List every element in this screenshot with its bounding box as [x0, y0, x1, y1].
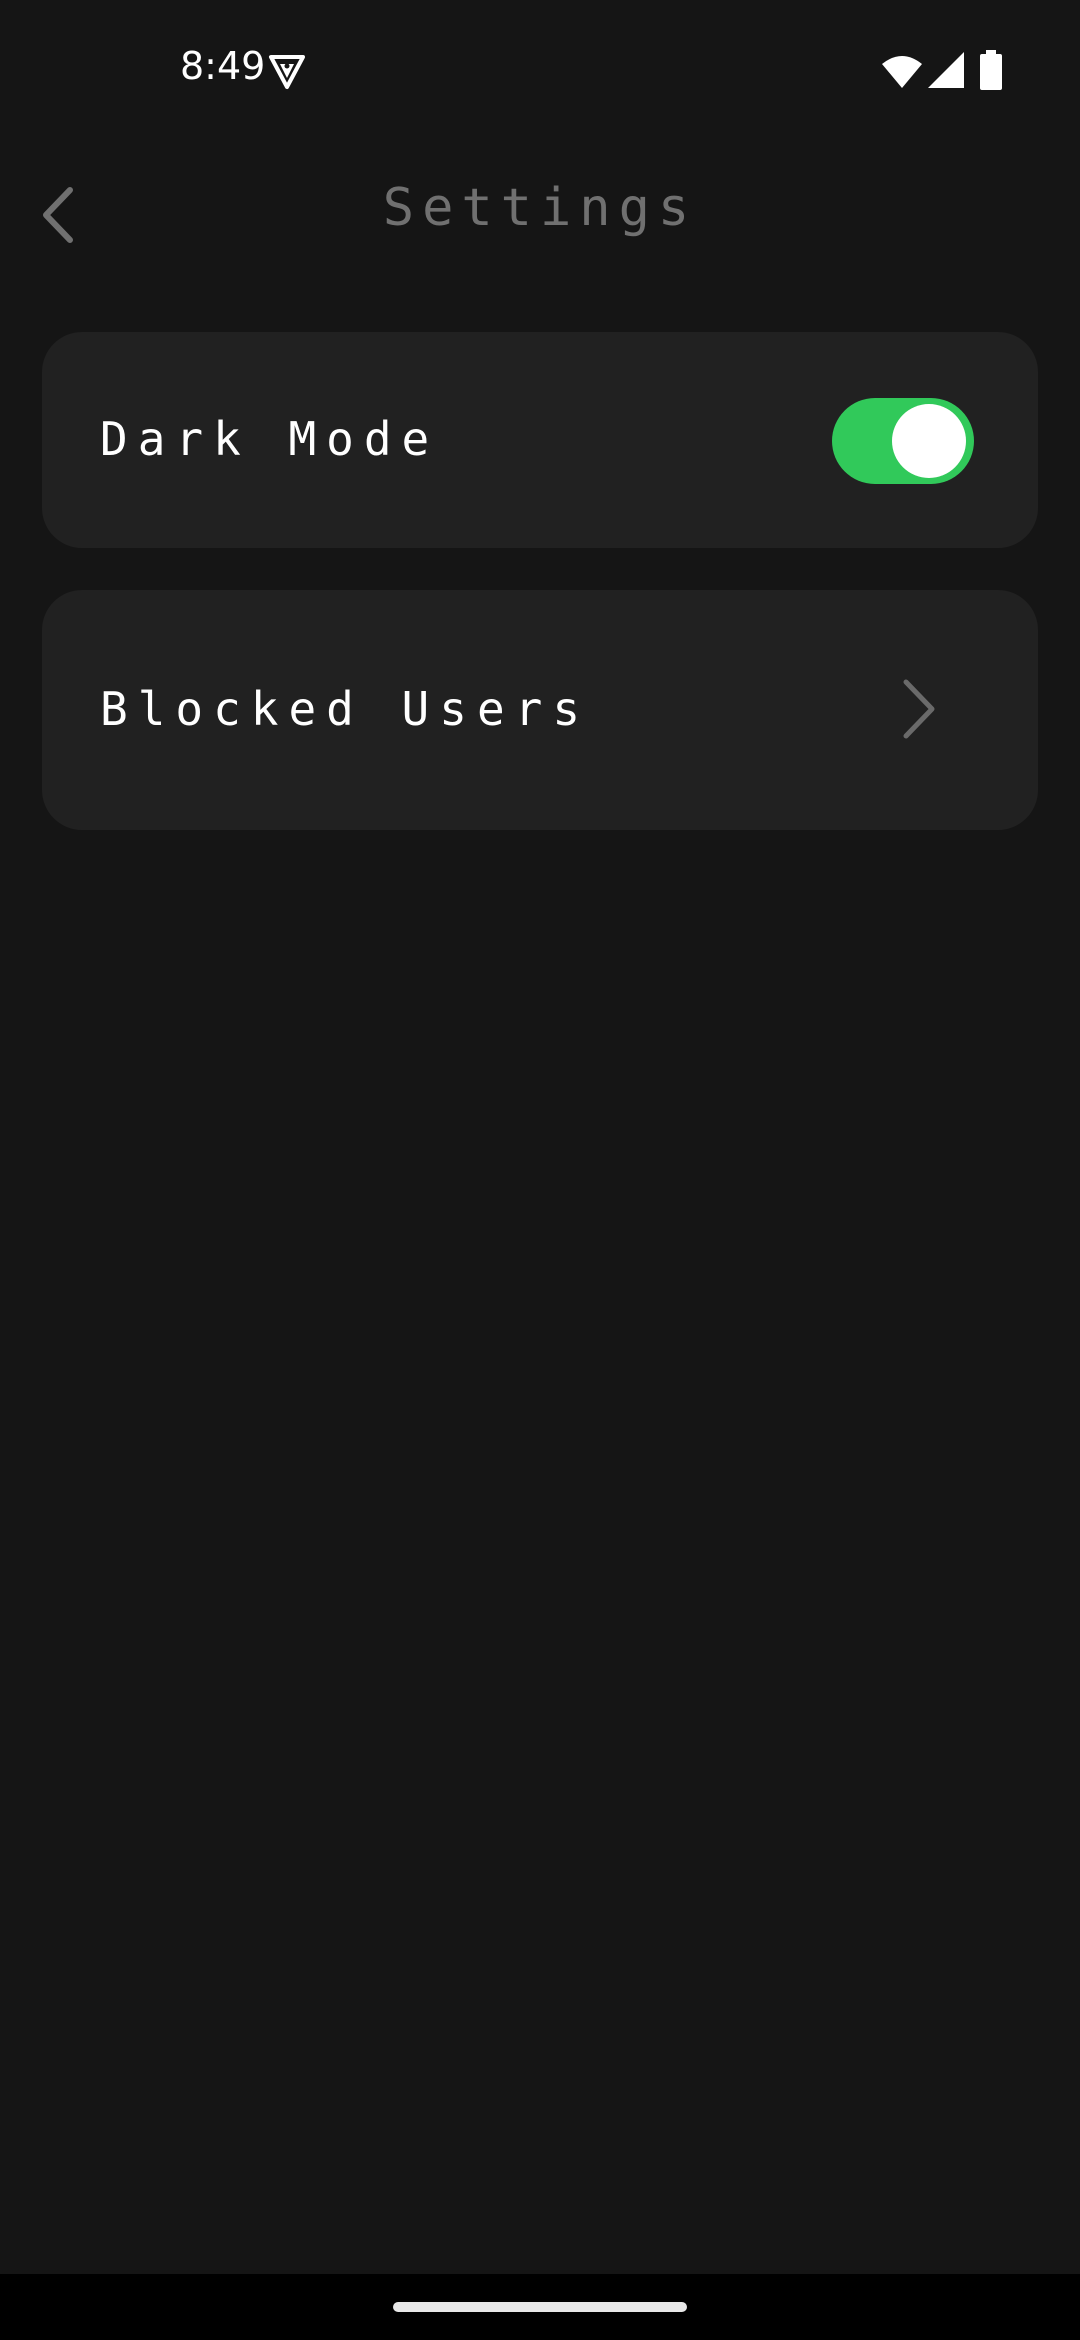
page-title: Settings: [382, 178, 698, 238]
vpn-icon: [269, 55, 305, 89]
wifi-icon: [882, 56, 922, 88]
cell-signal-icon: [928, 52, 964, 88]
dark-mode-toggle[interactable]: [832, 398, 974, 484]
blocked-users-label: Blocked Users: [100, 682, 591, 736]
chevron-right-icon: [903, 679, 935, 739]
dark-mode-row: Dark Mode: [42, 332, 1038, 548]
dark-mode-label: Dark Mode: [100, 412, 440, 466]
toggle-knob: [892, 404, 966, 478]
header: Settings: [0, 150, 1080, 270]
status-bar: 8:49: [0, 0, 1080, 140]
navigation-bar: [0, 2274, 1080, 2340]
battery-icon: [980, 50, 1002, 90]
home-indicator[interactable]: [393, 2302, 687, 2312]
blocked-users-row[interactable]: Blocked Users: [42, 590, 1038, 830]
status-time: 8:49: [180, 44, 266, 88]
